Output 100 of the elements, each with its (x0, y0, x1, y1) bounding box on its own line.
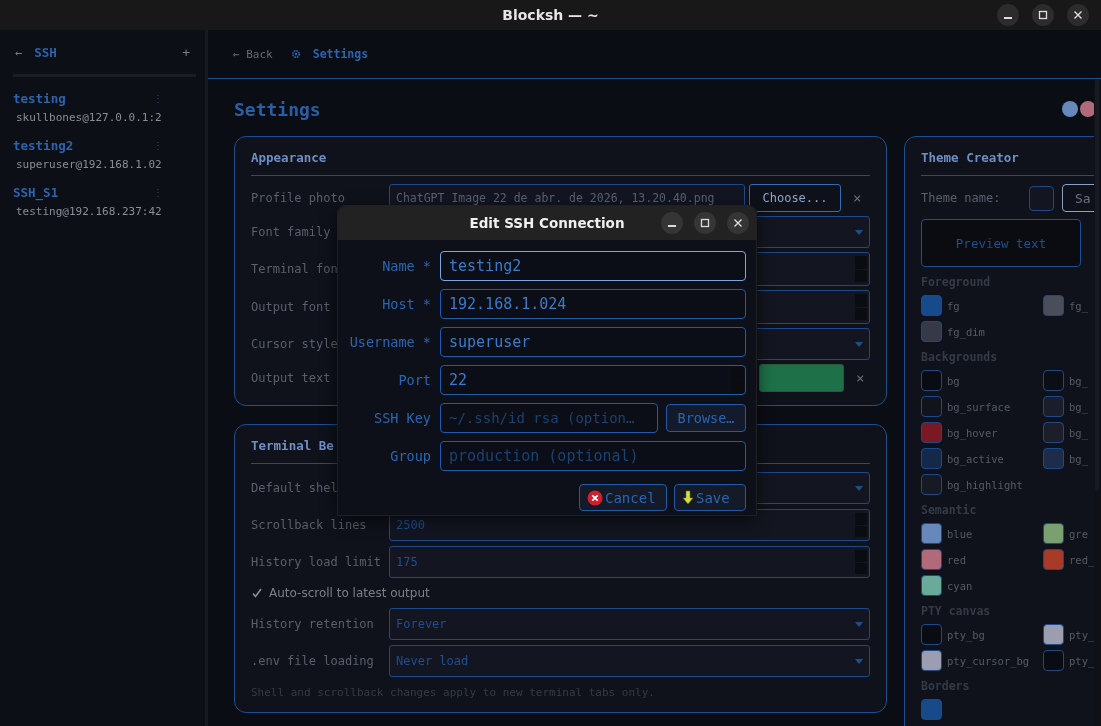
color-swatch[interactable] (1043, 448, 1064, 469)
checkbox[interactable] (251, 587, 263, 599)
field-label: Group (389, 448, 431, 464)
connection-name[interactable]: SSH_S1 (13, 185, 59, 200)
back-button[interactable]: ← (15, 45, 23, 60)
color-swatch[interactable] (1043, 295, 1064, 316)
swatch-label: bg_ (1069, 452, 1088, 465)
color-swatch[interactable] (1043, 422, 1064, 443)
color-swatch[interactable] (921, 575, 942, 596)
color-swatch[interactable] (921, 370, 942, 391)
add-button[interactable]: + (182, 45, 190, 60)
sidebar-title: SSH (34, 45, 58, 60)
color-swatch[interactable] (1043, 650, 1064, 671)
more-menu-button[interactable]: ⋮ (153, 187, 163, 198)
choose-button[interactable]: Choose... (749, 184, 841, 212)
input-field[interactable]: production (optional) (440, 441, 746, 471)
close-button[interactable] (727, 212, 749, 234)
color-swatch[interactable] (921, 396, 942, 417)
connection-address: testing@192.168.237:42 (15, 205, 163, 218)
color-swatch[interactable] (921, 295, 942, 316)
caret-icon (855, 486, 863, 491)
maximize-button[interactable] (1032, 4, 1054, 26)
minimize-button[interactable] (661, 212, 683, 234)
clear-button[interactable]: × (853, 190, 867, 206)
close-icon (733, 218, 743, 228)
color-swatch[interactable] (921, 474, 942, 495)
field-label: Output text (251, 371, 331, 385)
checkbox-label: Auto-scroll to latest output (269, 586, 430, 600)
color-swatch[interactable] (921, 549, 942, 570)
color-swatch[interactable] (921, 650, 942, 671)
field-label: Port (397, 372, 431, 388)
more-menu-button[interactable]: ⋮ (153, 140, 163, 151)
swatch-label: bg_ (1069, 374, 1088, 387)
field-label: Scrollback lines (251, 518, 367, 532)
input-field[interactable]: superuser (440, 327, 746, 357)
select-value: Never load (396, 654, 469, 668)
back-link[interactable]: ← Back (233, 47, 273, 61)
window-title: Blocksh — ~ (502, 7, 599, 23)
more-menu-button[interactable]: ⋮ (153, 93, 163, 104)
select-field[interactable]: Never load (389, 645, 870, 677)
color-swatch[interactable] (1043, 370, 1064, 391)
color-swatch[interactable] (759, 364, 844, 392)
minimize-icon (1004, 17, 1012, 19)
scrollbar[interactable] (1094, 79, 1101, 726)
swatch-label: bg_active (947, 452, 1004, 465)
swatch-label: fg_ (1069, 299, 1088, 312)
key-field[interactable]: ~/.ssh/id_rsa (option… (440, 403, 658, 433)
color-swatch[interactable] (1043, 624, 1064, 645)
theme-name-field[interactable] (1029, 185, 1054, 211)
page-heading: Settings (234, 98, 321, 120)
color-swatch[interactable] (1043, 523, 1064, 544)
select-field[interactable]: Forever (389, 608, 870, 640)
close-icon (1073, 10, 1083, 20)
input-field[interactable]: 192.168.1.024 (440, 289, 746, 319)
color-swatch[interactable] (921, 448, 942, 469)
close-button[interactable] (1067, 4, 1089, 26)
color-swatch[interactable] (921, 422, 942, 443)
field-label: Output font (251, 300, 331, 314)
save-button[interactable]: Sa (1062, 184, 1094, 212)
port-field[interactable]: 22 (440, 365, 746, 395)
color-swatch[interactable] (921, 699, 942, 720)
field-label: History retention (251, 617, 374, 631)
connection-name[interactable]: testing2 (13, 138, 74, 153)
swatch-label: cyan (947, 579, 973, 592)
color-swatch[interactable] (921, 523, 942, 544)
number-field[interactable]: 175 (389, 546, 870, 578)
connection-address: skullbones@127.0.0.1:2 (15, 111, 163, 124)
field-label: History load limit (251, 555, 382, 569)
color-swatch[interactable] (921, 624, 942, 645)
maximize-button[interactable] (694, 212, 716, 234)
field-label: SSH Key (373, 410, 431, 426)
cancel-icon (587, 489, 603, 506)
connection-address: superuser@192.168.1.02 (15, 158, 163, 171)
caret-icon (855, 659, 863, 664)
swatch-label: bg_surface (947, 400, 1011, 413)
field-label: Name * (381, 258, 431, 274)
clear-button[interactable]: × (856, 370, 870, 386)
swatch-label: pty_ (1069, 654, 1094, 667)
connection-name[interactable]: testing (13, 91, 66, 106)
theme-dot[interactable] (1080, 101, 1094, 117)
swatch-label: pty_bg (947, 628, 985, 641)
browse-button[interactable]: Browse… (666, 404, 746, 432)
color-swatch[interactable] (1043, 396, 1064, 417)
swatch-label: bg (947, 374, 960, 387)
minimize-button[interactable] (997, 4, 1019, 26)
save-button[interactable]: Save (674, 484, 746, 511)
select-value: Forever (396, 617, 447, 631)
input-field[interactable]: testing2 (440, 251, 746, 281)
caret-icon (855, 230, 863, 235)
maximize-icon (700, 218, 710, 228)
color-swatch[interactable] (921, 321, 942, 342)
download-arrow-icon (682, 489, 694, 506)
caret-icon (855, 622, 863, 627)
theme-dot[interactable] (1062, 101, 1078, 117)
color-swatch[interactable] (1043, 549, 1064, 570)
cancel-button[interactable]: Cancel (579, 484, 667, 511)
preview-box: Preview text (921, 219, 1081, 267)
field-value: 2500 (396, 518, 425, 532)
gear-icon (290, 49, 301, 59)
field-value: 175 (396, 555, 418, 569)
